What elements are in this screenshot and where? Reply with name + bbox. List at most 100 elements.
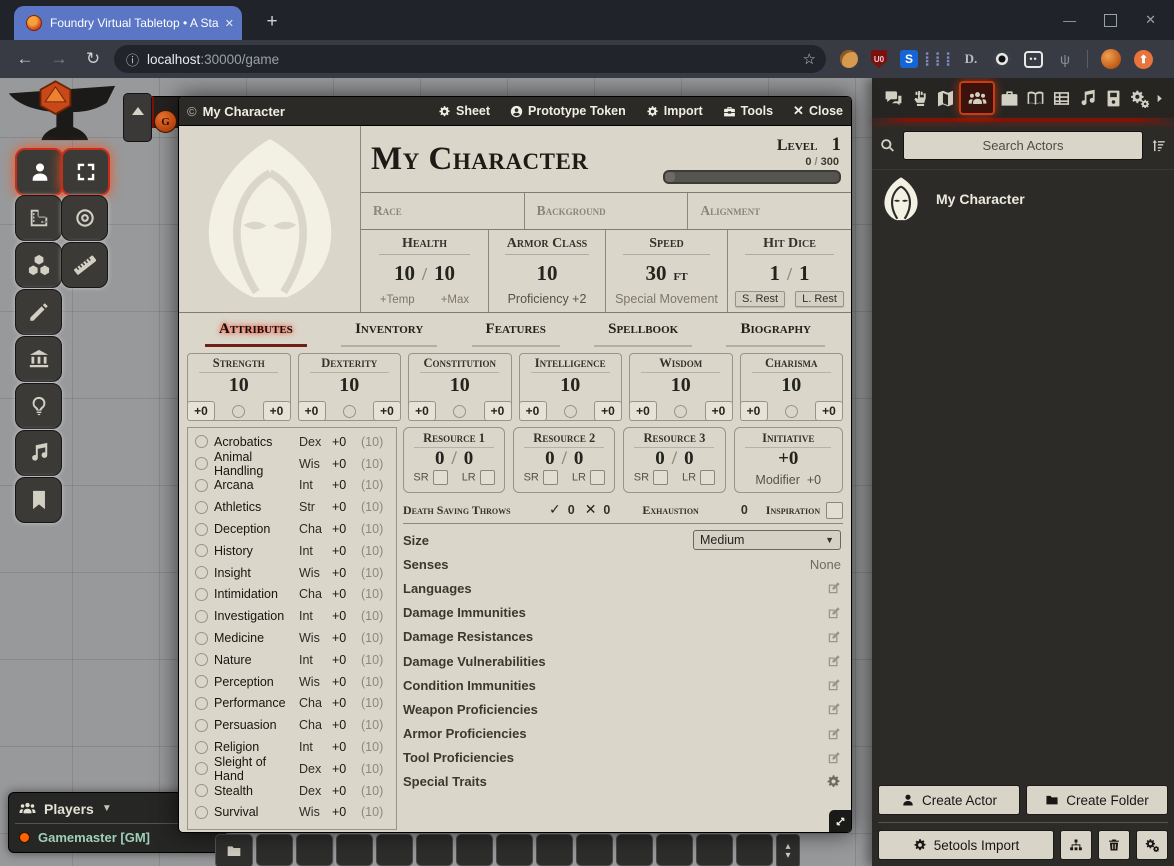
macro-slot[interactable] [336,834,373,866]
macro-slot[interactable] [296,834,333,866]
grid-extension-icon[interactable]: ⡇⡇⡇ [931,50,949,68]
proficiency-toggle[interactable] [232,405,245,418]
skill-name[interactable]: Investigation [214,609,293,623]
create-actor-button[interactable]: Create Actor [878,785,1020,815]
ability-save-mod[interactable]: +0 [408,401,436,421]
back-button[interactable]: ← [8,49,42,69]
hp-value[interactable]: 10/10 [394,261,455,286]
initiative-box[interactable]: Initiative +0 Modifier +0 [734,427,844,493]
skill-name[interactable]: Acrobatics [214,435,293,449]
death-fail-count[interactable]: 0 [603,503,610,517]
skill-row[interactable]: Athletics Str +0 (10) [195,496,389,518]
resource-value[interactable]: 0/0 [435,449,473,469]
collapse-sidebar-button[interactable] [1153,83,1165,113]
skill-proficiency-toggle[interactable] [195,544,208,557]
skill-name[interactable]: Animal Handling [214,450,293,478]
skill-row[interactable]: Insight Wis +0 (10) [195,562,389,584]
tab-actors[interactable] [959,81,995,115]
skill-name[interactable]: Intimidation [214,587,293,601]
sr-checkbox[interactable] [653,470,668,485]
skill-name[interactable]: Perception [214,675,293,689]
skill-proficiency-toggle[interactable] [195,697,208,710]
skill-proficiency-toggle[interactable] [195,523,208,536]
ability-check-mod[interactable]: +0 [705,401,733,421]
tab-compendium[interactable] [1101,83,1125,113]
skill-row[interactable]: Medicine Wis +0 (10) [195,627,389,649]
skill-name[interactable]: Nature [214,653,293,667]
ability-check-mod[interactable]: +0 [484,401,512,421]
ability-save-mod[interactable]: +0 [298,401,326,421]
tab-close-icon[interactable]: ✕ [225,17,234,30]
ability-check-mod[interactable]: +0 [263,401,291,421]
tab-playlists[interactable] [1075,83,1099,113]
skill-name[interactable]: Medicine [214,631,293,645]
race-field[interactable]: Race [361,193,525,229]
edit-trait-icon[interactable] [827,727,841,741]
ruler-tool-button[interactable] [61,242,108,288]
hotbar-page-down-icon[interactable]: ▾ [785,851,790,860]
site-info-icon[interactable]: ⓘ [126,50,139,69]
ability-value[interactable]: 10 [781,373,801,397]
macro-slot[interactable] [696,834,733,866]
browser-tab[interactable]: Foundry Virtual Tabletop • A Stan ✕ [14,6,242,40]
eye-extension-icon[interactable] [993,50,1011,68]
special-traits-gear-icon[interactable] [826,774,841,789]
edit-trait-icon[interactable] [827,702,841,716]
exhaustion-value[interactable]: 0 [741,503,748,517]
tab-inventory[interactable]: Inventory [341,321,437,347]
skill-proficiency-toggle[interactable] [195,566,208,579]
skill-row[interactable]: Stealth Dex +0 (10) [195,780,389,802]
speed-stat[interactable]: Speed 30ft Special Movement [606,230,728,312]
character-portrait[interactable] [179,126,361,312]
resource-value[interactable]: 0/0 [655,449,693,469]
actor-list-item[interactable]: My Character [872,169,1174,228]
macro-slot[interactable] [456,834,493,866]
skill-row[interactable]: Investigation Int +0 (10) [195,605,389,627]
skill-proficiency-toggle[interactable] [195,501,208,514]
skill-row[interactable]: Deception Cha +0 (10) [195,518,389,540]
hit-dice-stat[interactable]: Hit Dice 1/1 S. Rest L. Rest [728,230,851,312]
lr-checkbox[interactable] [700,470,715,485]
ability-check-mod[interactable]: +0 [594,401,622,421]
settings-button[interactable] [1136,830,1168,860]
long-rest-button[interactable]: L. Rest [795,291,844,307]
tools-button[interactable]: Tools [723,104,773,118]
tab-spellbook[interactable]: Spellbook [594,321,692,347]
target-template-button[interactable] [61,195,108,241]
edit-trait-icon[interactable] [827,751,841,765]
browser-update-icon[interactable]: ⬆ [1134,50,1153,69]
ability-value[interactable]: 10 [560,373,580,397]
size-select[interactable]: Medium▼ [693,530,841,550]
new-tab-button[interactable]: + [258,8,286,36]
macro-folder-button[interactable] [215,834,253,866]
proficiency-toggle[interactable] [564,405,577,418]
ability-check-mod[interactable]: +0 [373,401,401,421]
skill-name[interactable]: Deception [214,522,293,536]
tab-features[interactable]: Features [472,321,560,347]
skill-proficiency-toggle[interactable] [195,653,208,666]
skill-proficiency-toggle[interactable] [195,588,208,601]
macro-slot[interactable] [256,834,293,866]
initiative-value[interactable]: +0 [778,449,798,469]
sr-checkbox[interactable] [543,470,558,485]
edit-trait-icon[interactable] [827,654,841,668]
lr-checkbox[interactable] [480,470,495,485]
ublock-extension-icon[interactable]: U0 [871,50,887,68]
skill-row[interactable]: Persuasion Cha +0 (10) [195,714,389,736]
special-movement-button[interactable]: Special Movement [615,292,718,306]
temp-hp-button[interactable]: +Temp [380,294,415,306]
skill-row[interactable]: Perception Wis +0 (10) [195,671,389,693]
lr-checkbox[interactable] [590,470,605,485]
edit-trait-icon[interactable] [827,678,841,692]
resource-name[interactable]: Resource 2 [533,431,595,446]
fork-extension-icon[interactable]: ψ [1056,50,1074,68]
health-stat[interactable]: Health 10/10 +Temp+Max [361,230,489,312]
ability-score-box[interactable]: Intelligence 10 +0 +0 [519,353,623,421]
skill-row[interactable]: History Int +0 (10) [195,540,389,562]
skill-proficiency-toggle[interactable] [195,806,208,819]
reload-button[interactable]: ↻ [76,49,110,69]
prototype-token-button[interactable]: Prototype Token [510,104,626,118]
cookie-extension-icon[interactable] [840,50,858,68]
skill-name[interactable]: Stealth [214,784,293,798]
ability-score-box[interactable]: Dexterity 10 +0 +0 [298,353,402,421]
